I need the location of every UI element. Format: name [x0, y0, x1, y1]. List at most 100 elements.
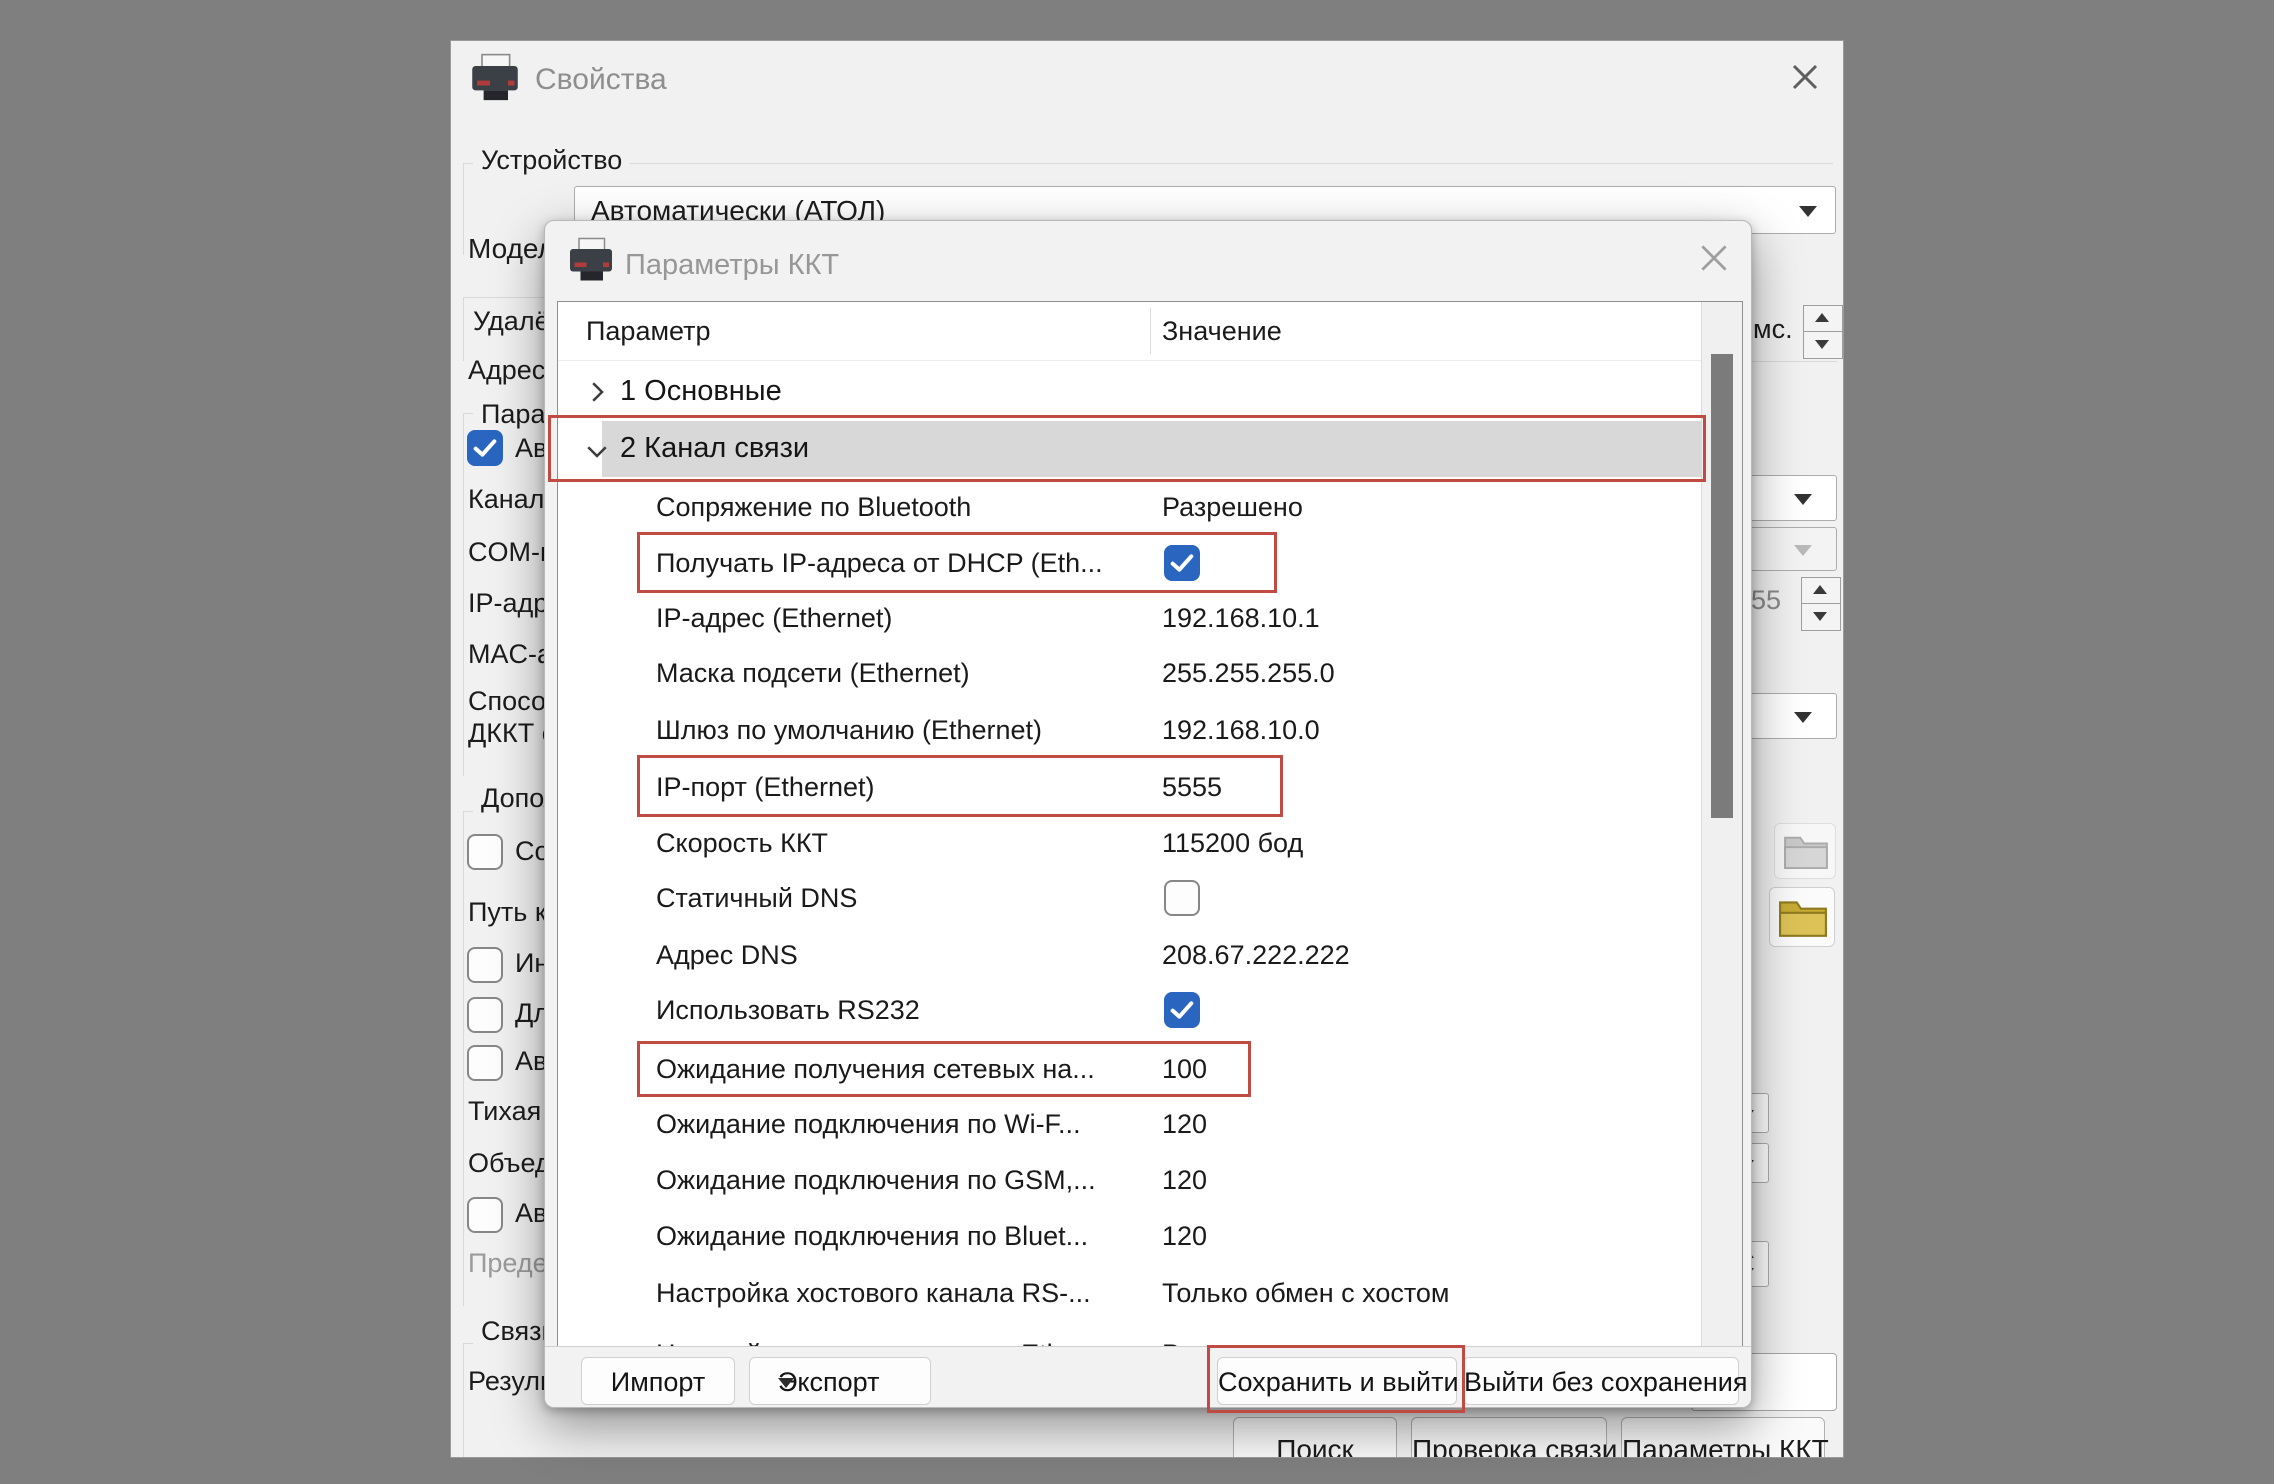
annotation-box-save-exit-button [1207, 1345, 1465, 1413]
group-border [463, 413, 464, 776]
table-row[interactable]: IP-адрес (Ethernet) 192.168.10.1 [558, 590, 1702, 646]
export-button-label: Экспорт [778, 1367, 930, 1398]
merge-label: Объед [468, 1148, 551, 1179]
exit-no-save-button[interactable]: Выйти без сохранения [1463, 1357, 1739, 1405]
checkbox-unchecked[interactable] [467, 834, 503, 870]
address-label: Адрес [468, 355, 545, 386]
checkbox-unchecked[interactable] [467, 1045, 503, 1081]
row-param: Настройка хостового канала RS-... [656, 1278, 1091, 1309]
checkbox-unchecked[interactable] [467, 997, 503, 1033]
row-value: 255.255.255.0 [1162, 658, 1335, 689]
row-param: Ожидание подключения по GSM,... [656, 1165, 1096, 1196]
row-value: 120 [1162, 1165, 1207, 1196]
quiet-label: Тихая [468, 1096, 541, 1127]
import-button[interactable]: Импорт [581, 1357, 735, 1405]
table-row[interactable]: Использовать RS232 [558, 982, 1702, 1038]
search-button-label: Поиск [1234, 1434, 1396, 1458]
chevron-right-icon[interactable] [582, 377, 612, 407]
scrollbar-track[interactable] [1701, 302, 1742, 1348]
screenshot-frame: Свойства Устройство Модель: Автоматическ… [0, 0, 2274, 1484]
row-param: Ожидание подключения по Wi-F... [656, 1109, 1081, 1140]
checkbox-checked[interactable] [1164, 992, 1200, 1028]
close-icon[interactable] [1787, 59, 1823, 95]
chevron-down-icon [778, 1378, 794, 1388]
kkt-params-button-label: Параметры ККТ [1622, 1434, 1824, 1458]
table-row[interactable]: Адрес DNS 208.67.222.222 [558, 927, 1702, 983]
spin-down-icon[interactable] [1813, 612, 1827, 621]
row-param: Маска подсети (Ethernet) [656, 658, 970, 689]
exit-no-save-button-label: Выйти без сохранения [1464, 1367, 1738, 1398]
row-value: 120 [1162, 1221, 1207, 1252]
table-row[interactable]: Сопряжение по Bluetooth Разрешено [558, 479, 1702, 535]
group-border [463, 811, 464, 1306]
checkbox-unchecked[interactable] [467, 947, 503, 983]
column-header-value: Значение [1162, 316, 1282, 347]
export-button[interactable]: Экспорт [749, 1357, 931, 1405]
check-connection-button[interactable]: Проверка связи [1411, 1417, 1607, 1458]
row-value: Только обмен с хостом [1162, 1278, 1450, 1309]
column-header-param: Параметр [586, 316, 711, 347]
window-title: Свойства [535, 63, 667, 97]
table-row[interactable]: Статичный DNS [558, 870, 1702, 926]
chevron-down-icon [1794, 494, 1812, 505]
checkbox-unchecked[interactable] [1164, 880, 1200, 916]
channel-label: Канал [468, 484, 544, 515]
port-spinner[interactable] [1801, 577, 1841, 631]
table-row[interactable]: Настройка хостового канала RS-... Только… [558, 1265, 1702, 1321]
row-param: Использовать RS232 [656, 995, 920, 1026]
row-value: 115200 бод [1162, 828, 1303, 859]
table-row[interactable]: Шлюз по умолчанию (Ethernet) 192.168.10.… [558, 702, 1702, 758]
spin-up-icon[interactable] [1813, 585, 1827, 594]
row-param: IP-адрес (Ethernet) [656, 603, 892, 634]
checkbox-unchecked[interactable] [467, 1197, 503, 1233]
result-label: Резуль [468, 1366, 554, 1397]
printer-icon [567, 237, 615, 281]
group-border [1747, 361, 1837, 362]
row-param: Статичный DNS [656, 883, 857, 914]
annotation-box-ip-port-row [637, 755, 1283, 817]
folder-button-disabled [1774, 823, 1836, 879]
table-row[interactable]: Ожидание подключения по Bluet... 120 [558, 1208, 1702, 1264]
row-param: Адрес DNS [656, 940, 798, 971]
chevron-down-icon [1799, 206, 1817, 217]
row-value: Разрешено [1162, 492, 1303, 523]
device-group-label: Устройство [473, 145, 630, 176]
table-row[interactable]: Ожидание подключения по GSM,... 120 [558, 1152, 1702, 1208]
header-underline [558, 360, 1742, 361]
kkt-params-button[interactable]: Параметры ККТ [1621, 1417, 1825, 1458]
close-icon[interactable] [1695, 239, 1733, 277]
row-value: 192.168.10.1 [1162, 603, 1320, 634]
spin-up-icon[interactable] [1815, 313, 1829, 322]
port-value: 55 [1751, 585, 1781, 616]
chevron-down-icon [1794, 712, 1812, 723]
group-border [463, 297, 547, 298]
group-border [463, 297, 464, 361]
table-row[interactable]: Маска подсети (Ethernet) 255.255.255.0 [558, 645, 1702, 701]
table-row-group[interactable]: 1 Основные [558, 364, 1702, 420]
row-param: Скорость ККТ [656, 828, 828, 859]
row-value: 208.67.222.222 [1162, 940, 1350, 971]
folder-icon [1783, 832, 1829, 870]
folder-open-icon [1778, 896, 1828, 938]
table-row[interactable]: Скорость ККТ 115200 бод [558, 815, 1702, 871]
timeout-spinner[interactable] [1803, 305, 1843, 359]
com-port-label: COM-п [468, 537, 555, 568]
spin-down-icon[interactable] [1815, 340, 1829, 349]
group-border [463, 1343, 464, 1458]
checkbox-checked[interactable] [467, 430, 503, 466]
dkkt-label: ДККТ с [468, 718, 555, 749]
header-divider [1150, 308, 1151, 354]
scrollbar-thumb[interactable] [1711, 354, 1733, 818]
check-connection-button-label: Проверка связи [1412, 1434, 1606, 1458]
group-border [463, 163, 1833, 164]
search-button[interactable]: Поиск [1233, 1417, 1397, 1458]
row-param: 1 Основные [620, 375, 782, 408]
row-param: Сопряжение по Bluetooth [656, 492, 971, 523]
folder-button[interactable] [1769, 887, 1835, 947]
annotation-box-dhcp-row [637, 532, 1277, 593]
ms-suffix-label: мс. [1753, 314, 1793, 345]
table-row[interactable]: Ожидание подключения по Wi-F... 120 [558, 1096, 1702, 1152]
import-button-label: Импорт [582, 1367, 734, 1398]
chevron-down-icon [1794, 545, 1812, 556]
row-value: 192.168.10.0 [1162, 715, 1320, 746]
